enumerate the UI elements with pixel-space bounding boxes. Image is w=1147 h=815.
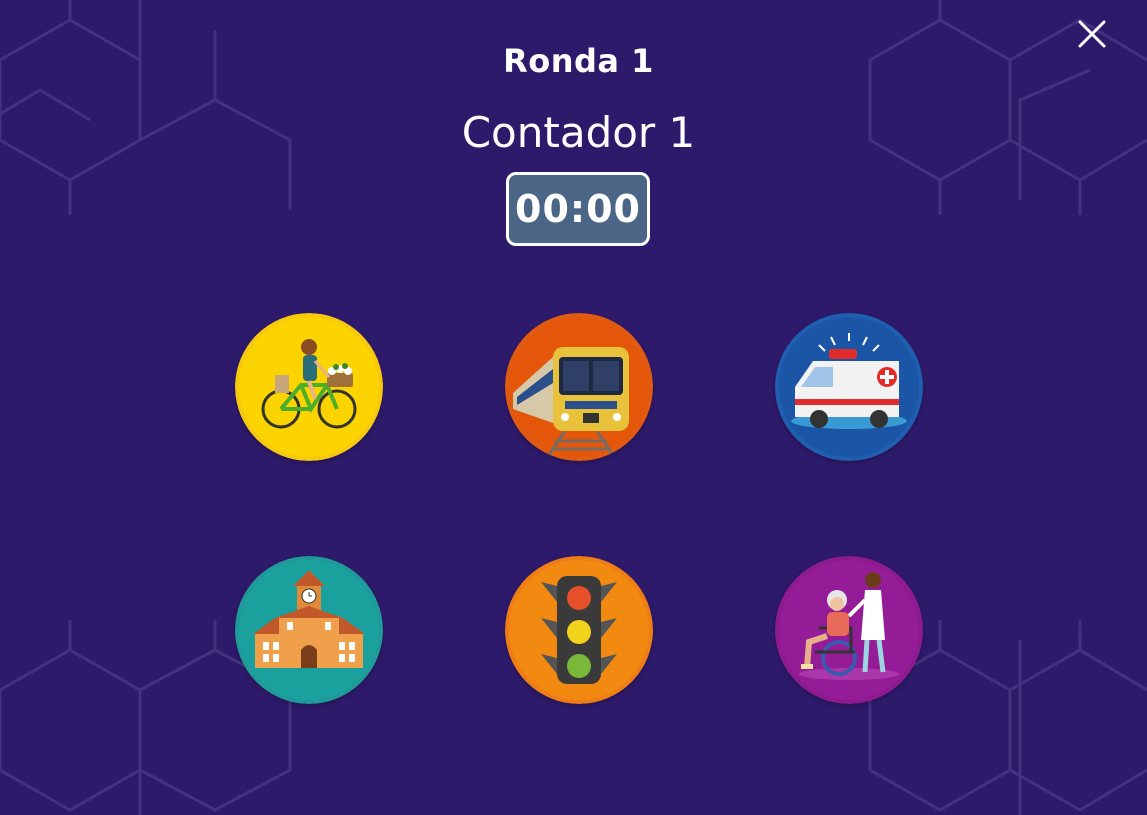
bicycle-woman-icon [235, 313, 383, 461]
card-caregiver[interactable] [775, 556, 923, 704]
card-bicycle[interactable] [235, 313, 383, 461]
card-school[interactable] [235, 556, 383, 704]
nurse-wheelchair-icon [775, 556, 923, 704]
card-ambulance[interactable] [775, 313, 923, 461]
ambulance-icon [775, 313, 923, 461]
card-train[interactable] [505, 313, 653, 461]
timer-display: 00:00 [506, 172, 650, 246]
traffic-light-icon [505, 556, 653, 704]
round-title: Ronda 1 [503, 42, 654, 80]
counter-label: Contador 1 [461, 108, 696, 157]
train-icon [505, 313, 653, 461]
card-traffic-light[interactable] [505, 556, 653, 704]
school-building-icon [235, 556, 383, 704]
